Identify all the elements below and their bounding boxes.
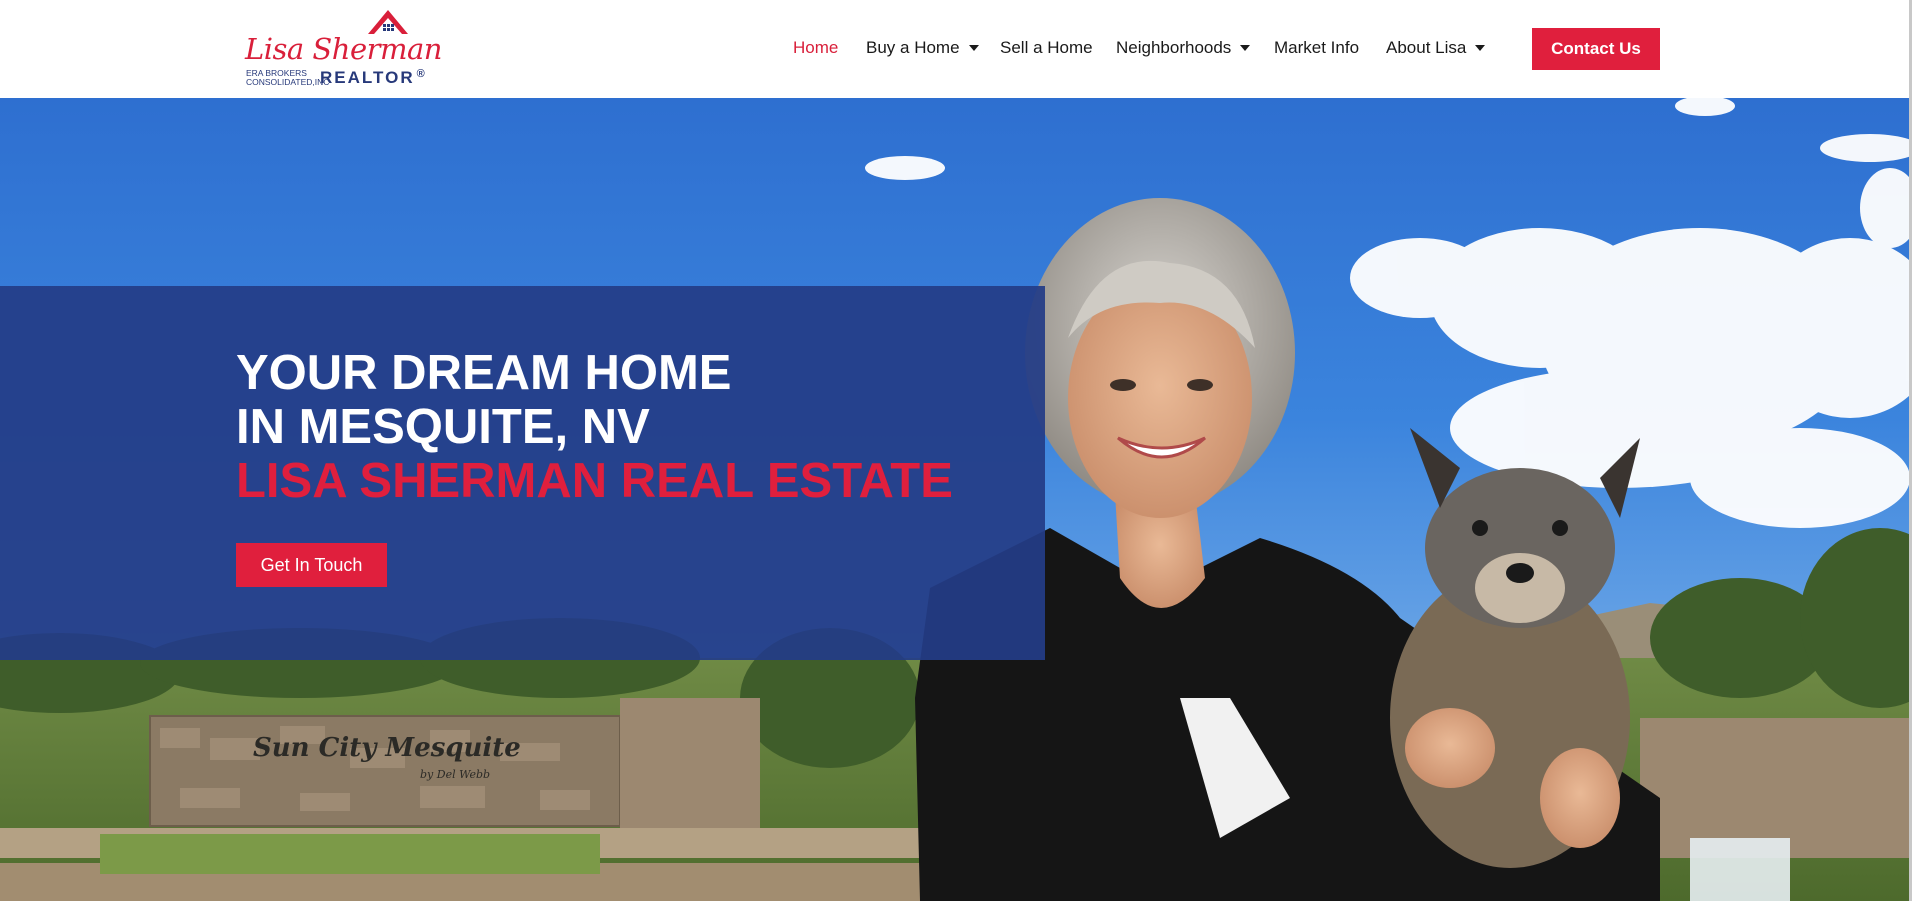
get-in-touch-button[interactable]: Get In Touch	[236, 543, 387, 587]
nav-buy-a-home[interactable]: Buy a Home	[866, 38, 979, 58]
site-header: Lisa Sherman ERA BROKERS CONSOLIDATED,IN…	[0, 0, 1912, 98]
logo-script-name: Lisa Sherman	[245, 32, 442, 66]
chevron-down-icon	[968, 45, 979, 51]
logo-realtor: REALTOR ®	[320, 68, 425, 87]
nav-home[interactable]: Home	[793, 38, 838, 58]
chevron-down-icon	[1240, 45, 1251, 51]
svg-text:by Del Webb: by Del Webb	[420, 768, 490, 781]
brand-logo[interactable]: Lisa Sherman ERA BROKERS CONSOLIDATED,IN…	[243, 8, 442, 92]
nav-neighborhoods[interactable]: Neighborhoods	[1116, 38, 1251, 58]
svg-text:Sun City Mesquite: Sun City Mesquite	[253, 733, 521, 763]
contact-us-button[interactable]: Contact Us	[1532, 28, 1660, 70]
logo-brokerage: ERA BROKERS CONSOLIDATED,INC	[246, 68, 330, 87]
hero-headline: YOUR DREAM HOME IN MESQUITE, NV LISA SHE…	[236, 346, 953, 508]
headline-line-3: LISA SHERMAN REAL ESTATE	[236, 454, 953, 508]
nav-market-info[interactable]: Market Info	[1274, 38, 1359, 58]
chevron-down-icon	[1475, 45, 1486, 51]
nav-sell-a-home[interactable]: Sell a Home	[1000, 38, 1093, 58]
hero-section: Sun City Mesquite by Del Webb YOUR DREAM…	[0, 98, 1912, 901]
nav-about-lisa[interactable]: About Lisa	[1386, 38, 1486, 58]
headline-line-2: IN MESQUITE, NV	[236, 400, 650, 454]
headline-line-1: YOUR DREAM HOME	[236, 346, 732, 400]
